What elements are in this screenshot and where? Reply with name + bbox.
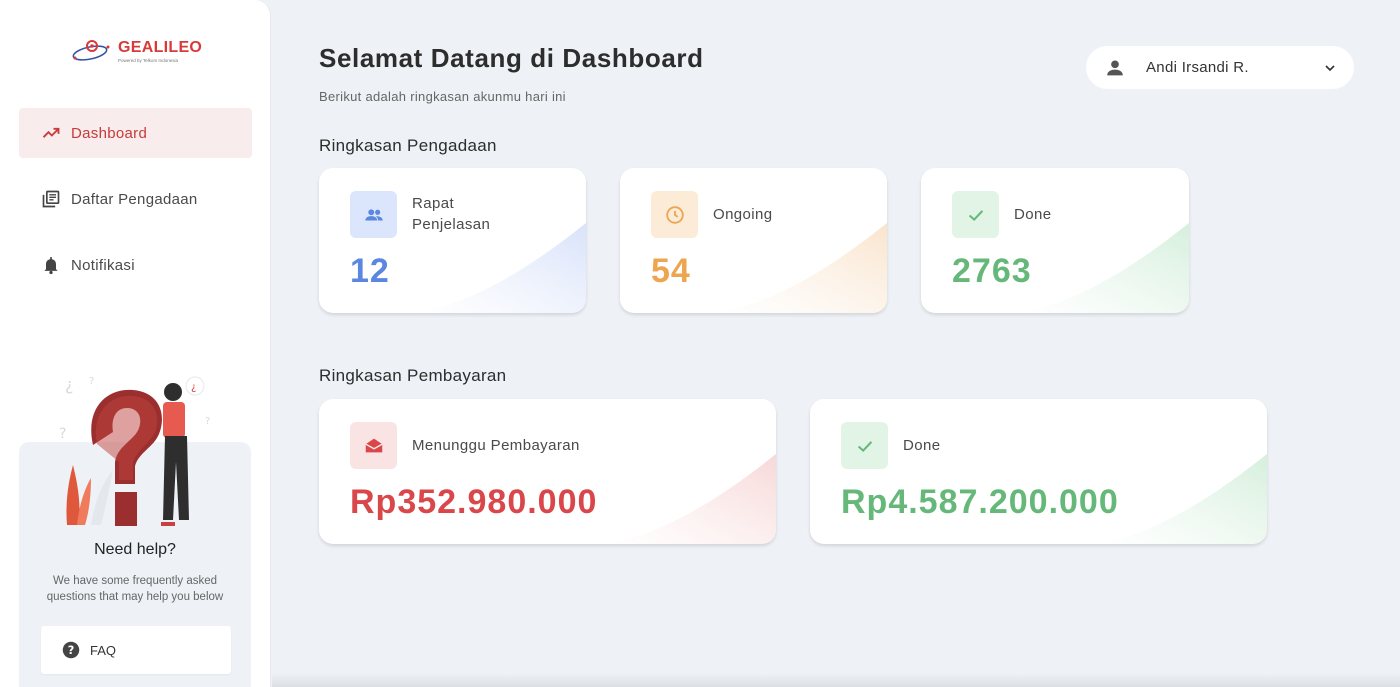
- svg-text:¿: ¿: [191, 382, 196, 393]
- help-title: Need help?: [94, 541, 176, 558]
- card-done-pembayaran[interactable]: Done Rp4.587.200.000: [810, 399, 1267, 544]
- svg-text:?: ?: [68, 644, 75, 657]
- card-label: Ongoing: [713, 206, 773, 223]
- card-label: Rapat Penjelasan: [412, 195, 491, 233]
- card-wave-decoration: [717, 223, 887, 313]
- satellite-logo-icon: [70, 36, 112, 66]
- card-ongoing[interactable]: Ongoing 54: [620, 168, 887, 313]
- section-title-pengadaan: Ringkasan Pengadaan: [319, 136, 497, 155]
- sidebar-item-label: Daftar Pengadaan: [71, 190, 198, 208]
- svg-text:?: ?: [205, 416, 210, 427]
- svg-text:?: ?: [59, 426, 66, 442]
- section-title-pembayaran: Ringkasan Pembayaran: [319, 366, 507, 385]
- card-value: 2763: [952, 252, 1032, 290]
- card-wave-decoration: [1019, 223, 1189, 313]
- card-value: Rp4.587.200.000: [841, 483, 1119, 521]
- card-value: 54: [651, 252, 691, 290]
- page-subtitle: Berikut adalah ringkasan akunmu hari ini: [319, 89, 566, 104]
- card-done-pengadaan[interactable]: Done 2763: [921, 168, 1189, 313]
- trending-up-icon: [42, 127, 60, 138]
- svg-text:¿: ¿: [65, 375, 74, 394]
- brand-tagline: Powered by Telkom Indonesia: [118, 58, 178, 63]
- mail-open-icon: [350, 422, 397, 469]
- card-label: Done: [1014, 206, 1052, 223]
- card-label: Menunggu Pembayaran: [412, 437, 580, 454]
- sidebar-item-notifikasi[interactable]: Notifikasi: [19, 240, 252, 290]
- brand-logo[interactable]: GEALILEO Powered by Telkom Indonesia: [70, 36, 202, 66]
- svg-text:?: ?: [89, 376, 94, 387]
- people-icon: [350, 191, 397, 238]
- sidebar: GEALILEO Powered by Telkom Indonesia Das…: [0, 0, 271, 687]
- help-illustration: ¿ ? ? ? ¿: [59, 375, 210, 526]
- brand-name: GEALILEO: [118, 39, 203, 56]
- sidebar-item-daftar-pengadaan[interactable]: Daftar Pengadaan: [19, 174, 252, 224]
- help-circle-icon: ?: [62, 641, 80, 659]
- card-value: Rp352.980.000: [350, 483, 598, 521]
- card-menunggu-pembayaran[interactable]: Menunggu Pembayaran Rp352.980.000: [319, 399, 776, 544]
- clock-icon: [651, 191, 698, 238]
- library-books-icon: [42, 190, 60, 208]
- card-wave-decoration: [416, 223, 586, 313]
- sidebar-item-dashboard[interactable]: Dashboard: [19, 108, 252, 158]
- check-icon: [952, 191, 999, 238]
- sidebar-item-label: Dashboard: [71, 124, 148, 142]
- faq-label: FAQ: [90, 642, 117, 658]
- bell-icon: [44, 257, 58, 275]
- scroll-shadow: [272, 673, 1400, 687]
- card-rapat-penjelasan[interactable]: Rapat Penjelasan 12: [319, 168, 586, 313]
- check-icon: [841, 422, 888, 469]
- card-wave-decoration: [606, 454, 776, 544]
- person-icon: [1107, 59, 1123, 75]
- chevron-down-icon: [1325, 64, 1335, 71]
- card-wave-decoration: [1097, 454, 1267, 544]
- user-name: Andi Irsandi R.: [1146, 59, 1249, 76]
- user-menu[interactable]: Andi Irsandi R.: [1086, 46, 1354, 89]
- card-value: 12: [350, 252, 390, 290]
- card-label: Done: [903, 437, 941, 454]
- help-description: We have some frequently asked questions …: [46, 575, 224, 603]
- sidebar-item-label: Notifikasi: [71, 256, 135, 274]
- faq-button[interactable]: ? FAQ: [41, 626, 231, 674]
- page-title: Selamat Datang di Dashboard: [319, 43, 704, 73]
